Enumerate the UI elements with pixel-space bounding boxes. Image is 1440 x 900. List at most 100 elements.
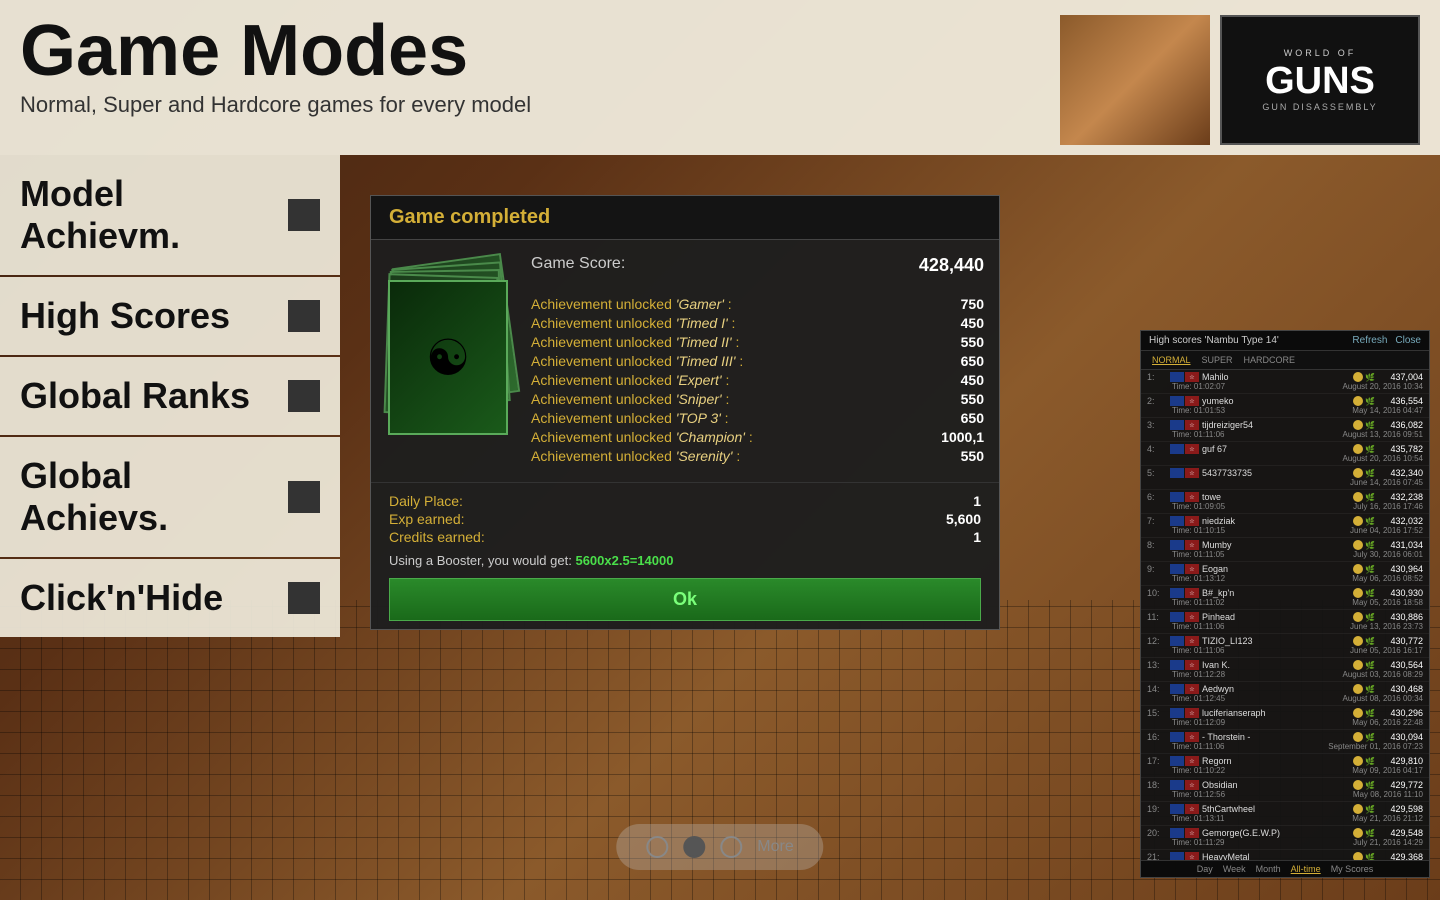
score-entry: 11:☆Pinhead🌿430,886Time: 01:11:06June 13… — [1141, 610, 1429, 634]
score-value: 430,296 — [1378, 708, 1423, 718]
game-score-row: Game Score: 428,440 — [531, 255, 984, 284]
score-icons: 🌿 — [1353, 420, 1375, 430]
close-button[interactable]: Close — [1395, 335, 1421, 346]
achievement-row-0: Achievement unlocked 'Gamer' : 750 — [531, 296, 984, 312]
score-rank: 5: — [1147, 468, 1167, 478]
score-icons: 🌿 — [1353, 372, 1375, 382]
score-value: 436,554 — [1378, 396, 1423, 406]
score-icons: 🌿 — [1353, 516, 1375, 526]
score-flags: ☆ — [1170, 492, 1199, 502]
score-value: 430,468 — [1378, 684, 1423, 694]
achievement-value-0: 750 — [961, 296, 984, 312]
scores-panel-header: High scores 'Nambu Type 14' Refresh Clos… — [1141, 331, 1429, 351]
score-entry: 15:☆luciferianseraph🌿430,296Time: 01:12:… — [1141, 706, 1429, 730]
exp-label: Exp earned: — [389, 511, 465, 527]
score-name: Eogan — [1202, 564, 1350, 574]
footer-tab-week[interactable]: Week — [1223, 864, 1246, 874]
sidebar-item-high-scores[interactable]: High Scores — [0, 277, 340, 355]
exp-value: 5,600 — [946, 511, 981, 527]
pagination-dot-2[interactable] — [683, 836, 705, 858]
score-name: Regorn — [1202, 756, 1350, 766]
sidebar-label-high-scores: High Scores — [20, 295, 288, 337]
footer-tab-day[interactable]: Day — [1197, 864, 1213, 874]
score-flags: ☆ — [1170, 564, 1199, 574]
score-time-date: Time: 01:10:22May 09, 2016 04:17 — [1147, 766, 1423, 775]
sidebar-item-global-ranks[interactable]: Global Ranks — [0, 357, 340, 435]
score-icons: 🌿 — [1353, 564, 1375, 574]
score-rank: 16: — [1147, 732, 1167, 742]
score-entry: 21:☆HeavyMetal🌿429,368Time: 01:13:06May … — [1141, 850, 1429, 860]
score-time-date: Time: 01:02:07August 20, 2016 10:34 — [1147, 382, 1423, 391]
sidebar-item-model-achievm[interactable]: Model Achievm. — [0, 155, 340, 275]
achievement-card-stack: ☯ — [386, 255, 516, 455]
score-entry: 6:☆towe🌿432,238Time: 01:09:05July 16, 20… — [1141, 490, 1429, 514]
credits-value: 1 — [973, 529, 981, 545]
refresh-button[interactable]: Refresh — [1352, 335, 1387, 346]
score-icons: 🌿 — [1353, 828, 1375, 838]
score-flags: ☆ — [1170, 396, 1199, 406]
ok-button[interactable]: Ok — [389, 578, 981, 621]
achievement-row-1: Achievement unlocked 'Timed I' : 450 — [531, 315, 984, 331]
footer-tab-alltime[interactable]: All-time — [1291, 864, 1321, 874]
achievement-value-8: 550 — [961, 448, 984, 464]
credits-label: Credits earned: — [389, 529, 485, 545]
more-button[interactable]: More — [757, 838, 793, 856]
score-rank: 14: — [1147, 684, 1167, 694]
game-score-label: Game Score: — [531, 255, 625, 276]
dialog-body: ☯ Game Score: 428,440 Achievement unlock… — [371, 240, 999, 482]
pagination: More — [616, 824, 823, 870]
score-time-date: Time: 01:01:53May 14, 2016 04:47 — [1147, 406, 1423, 415]
achievement-label-6: Achievement unlocked 'TOP 3' : — [531, 410, 729, 426]
score-value: 432,032 — [1378, 516, 1423, 526]
achievement-label-5: Achievement unlocked 'Sniper' : — [531, 391, 729, 407]
score-value: 430,964 — [1378, 564, 1423, 574]
scores-tabs: NORMAL SUPER HARDCORE — [1141, 351, 1429, 370]
score-rank: 3: — [1147, 420, 1167, 430]
footer-tab-myscores[interactable]: My Scores — [1331, 864, 1374, 874]
sidebar-item-clicknhide[interactable]: Click'n'Hide — [0, 559, 340, 637]
score-value: 430,886 — [1378, 612, 1423, 622]
footer-tab-month[interactable]: Month — [1256, 864, 1281, 874]
score-entry: 19:☆5thCartwheel🌿429,598Time: 01:13:11Ma… — [1141, 802, 1429, 826]
score-name: TIZIO_LI123 — [1202, 636, 1350, 646]
achievement-value-1: 450 — [961, 315, 984, 331]
achievement-row-5: Achievement unlocked 'Sniper' : 550 — [531, 391, 984, 407]
achievement-row-2: Achievement unlocked 'Timed II' : 550 — [531, 334, 984, 350]
score-value: 431,034 — [1378, 540, 1423, 550]
logo-bottom-text: GUN DISASSEMBLY — [1262, 102, 1377, 112]
score-flags: ☆ — [1170, 708, 1199, 718]
score-flags: ☆ — [1170, 852, 1199, 860]
sidebar-item-global-achievs[interactable]: Global Achievs. — [0, 437, 340, 557]
score-flags: ☆ — [1170, 636, 1199, 646]
sidebar: Model Achievm. High Scores Global Ranks … — [0, 155, 340, 639]
score-icons: 🌿 — [1353, 684, 1375, 694]
tab-normal[interactable]: NORMAL — [1149, 354, 1194, 366]
booster-value: 5600x2.5=14000 — [575, 553, 673, 568]
achievement-row-3: Achievement unlocked 'Timed III' : 650 — [531, 353, 984, 369]
score-name: Aedwyn — [1202, 684, 1350, 694]
tab-hardcore[interactable]: HARDCORE — [1241, 354, 1299, 366]
score-entry: 7:☆niedziak🌿432,032Time: 01:10:15June 04… — [1141, 514, 1429, 538]
score-value: 430,772 — [1378, 636, 1423, 646]
tab-super[interactable]: SUPER — [1199, 354, 1236, 366]
scores-panel-title: High scores 'Nambu Type 14' — [1149, 335, 1279, 346]
score-name: luciferianseraph — [1202, 708, 1350, 718]
score-flags: ☆ — [1170, 588, 1199, 598]
booster-row: Using a Booster, you would get: 5600x2.5… — [389, 553, 981, 568]
sidebar-square-global-achievs — [288, 481, 320, 513]
score-value: 429,598 — [1378, 804, 1423, 814]
score-icons: 🌿 — [1353, 852, 1375, 860]
scores-list: 1:☆Mahilo🌿437,004Time: 01:02:07August 20… — [1141, 370, 1429, 860]
score-time-date: Time: 01:11:29July 21, 2016 14:29 — [1147, 838, 1423, 847]
score-entry: 16:☆- Thorstein -🌿430,094Time: 01:11:06S… — [1141, 730, 1429, 754]
score-name: Mumby — [1202, 540, 1350, 550]
score-time-date: Time: 01:10:15June 04, 2016 17:52 — [1147, 526, 1423, 535]
score-icons: 🌿 — [1353, 804, 1375, 814]
score-name: tijdreiziger54 — [1202, 420, 1350, 430]
pagination-dot-1[interactable] — [646, 836, 668, 858]
score-rank: 19: — [1147, 804, 1167, 814]
pagination-dot-3[interactable] — [720, 836, 742, 858]
score-entry: 5:☆5437733735🌿432,340June 14, 2016 07:45 — [1141, 466, 1429, 490]
score-icons: 🌿 — [1353, 468, 1375, 478]
score-rank: 18: — [1147, 780, 1167, 790]
